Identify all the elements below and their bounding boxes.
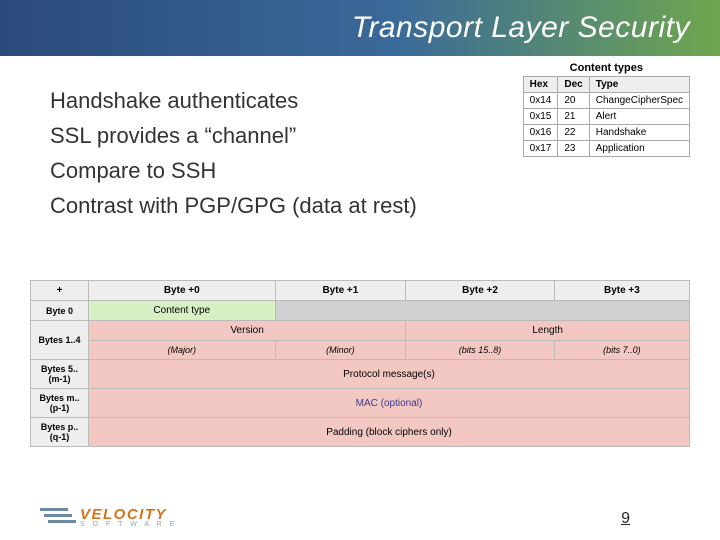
- content-types-table: Hex Dec Type 0x14 20 ChangeCipherSpec 0x…: [523, 76, 690, 157]
- title-bar: Transport Layer Security: [0, 0, 720, 56]
- table-row: 0x17 23 Application: [523, 141, 689, 157]
- bullet-list: Handshake authenticates SSL provides a “…: [50, 84, 470, 222]
- col-header: Hex: [523, 77, 558, 93]
- table-header-row: + Byte +0 Byte +1 Byte +2 Byte +3: [31, 281, 690, 301]
- record-layout-block: + Byte +0 Byte +1 Byte +2 Byte +3 Byte 0…: [30, 280, 690, 447]
- bullet-item: Contrast with PGP/GPG (data at rest): [50, 189, 470, 222]
- col-header: Byte +1: [275, 281, 406, 301]
- col-header: Byte +3: [554, 281, 689, 301]
- table-header-row: Hex Dec Type: [523, 77, 689, 93]
- logo-icon: [40, 506, 74, 528]
- page-number: 9: [621, 510, 680, 528]
- col-header: Byte +2: [406, 281, 555, 301]
- table-row: 0x16 22 Handshake: [523, 125, 689, 141]
- table-row: Bytes m..(p-1) MAC (optional): [31, 389, 690, 418]
- content-types-block: Content types Hex Dec Type 0x14 20 Chang…: [523, 62, 690, 157]
- col-header: Dec: [558, 77, 589, 93]
- col-header: +: [31, 281, 89, 301]
- footer: VELOCITY S O F T W A R E 9: [40, 506, 680, 528]
- col-header: Byte +0: [89, 281, 276, 301]
- table-row: 0x14 20 ChangeCipherSpec: [523, 93, 689, 109]
- content-types-caption: Content types: [523, 62, 690, 76]
- table-row: Bytes 1..4 Version Length: [31, 321, 690, 341]
- table-row: Byte 0 Content type: [31, 301, 690, 321]
- table-row: Bytes 5..(m-1) Protocol message(s): [31, 360, 690, 389]
- bullet-item: Compare to SSH: [50, 154, 470, 187]
- bullet-item: Handshake authenticates: [50, 84, 470, 117]
- table-row: Bytes p..(q-1) Padding (block ciphers on…: [31, 418, 690, 447]
- logo-subtitle: S O F T W A R E: [80, 521, 177, 528]
- col-header: Type: [589, 77, 689, 93]
- record-layout-table: + Byte +0 Byte +1 Byte +2 Byte +3 Byte 0…: [30, 280, 690, 447]
- logo: VELOCITY S O F T W A R E: [40, 506, 177, 528]
- table-subrow: (Major) (Minor) (bits 15..8) (bits 7..0): [31, 341, 690, 360]
- table-row: 0x15 21 Alert: [523, 109, 689, 125]
- bullet-item: SSL provides a “channel”: [50, 119, 470, 152]
- slide-title: Transport Layer Security: [352, 11, 690, 45]
